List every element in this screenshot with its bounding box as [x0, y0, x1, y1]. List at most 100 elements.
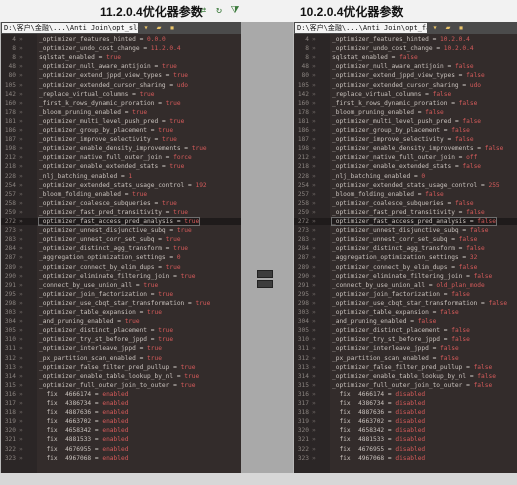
code-line: 105» _optimizer_extended_cursor_sharing =… [294, 82, 517, 89]
line-marker: » [312, 445, 316, 453]
equals-sign: = [454, 72, 467, 80]
save-icon[interactable]: ▪ [167, 23, 177, 33]
line-number: 316 [4, 390, 16, 398]
param-name: _px_partition_scan_enabled [39, 354, 136, 362]
line-number: 315 [297, 381, 309, 389]
param-value: true [173, 208, 189, 216]
dropdown-icon[interactable]: ▾ [430, 23, 440, 33]
line-number: 228 [297, 172, 309, 180]
refresh-icon[interactable]: ↻ [213, 5, 225, 17]
line-marker: » [312, 36, 316, 43]
line-marker: » [19, 208, 23, 216]
line-text: _optimizer_unnest_corr_set_subq = false [332, 236, 477, 243]
param-name: _optimizer_false_filter_pred_pullup [39, 363, 170, 371]
code-line: 298» _optimizer_use_cbqt_star_transformat… [1, 300, 241, 307]
line-marker: » [312, 263, 316, 271]
equals-sign: = [440, 327, 452, 335]
dropdown-icon[interactable]: ▾ [141, 23, 151, 33]
right-path-bar: D:\客户\金融\...\Anti Join\opt_fast.txt ▾ ▰ … [294, 22, 517, 34]
line-text: _optimizer_enable_extended_stats = true [39, 163, 184, 170]
line-text: _nlj_batching_enabled = 0 [332, 173, 425, 180]
left-path-field[interactable]: D:\客户\金融\...\Anti Join\opt_slow.txt [2, 23, 138, 33]
param-name: _optimizer_connect_by_elim_dups [332, 263, 448, 271]
line-number: 284 [297, 245, 309, 253]
line-marker: » [312, 218, 316, 225]
param-name: fix 4663702 [39, 418, 92, 426]
line-text: fix 4967068 = disabled [332, 455, 425, 462]
param-value: false [451, 336, 470, 344]
diff-marker[interactable] [257, 270, 273, 278]
equals-sign: = [147, 290, 159, 298]
code-line: 291» _connect_by_use_union_all = true [1, 282, 241, 289]
equals-sign: = [384, 418, 396, 426]
line-marker: » [312, 81, 316, 89]
line-marker: » [19, 299, 23, 307]
param-value: false [454, 63, 474, 71]
left-editor[interactable]: 4 » _optimizer_features_hinted = 0.0.0 8 » _o… [1, 34, 241, 473]
equals-sign: = [161, 208, 174, 216]
param-value: false [425, 108, 444, 116]
line-number: 319 [4, 418, 16, 426]
line-number: 304 [297, 318, 309, 326]
equals-sign: = [425, 281, 437, 289]
line-text: _optimizer_interleave_jppd = false [332, 345, 459, 352]
filter-icon[interactable]: ⧩ [229, 5, 241, 17]
diff-marker[interactable] [257, 280, 273, 288]
right-editor[interactable]: 4» _optimizer_features_hinted = 10.2.0.4 8… [294, 34, 517, 473]
line-number: 298 [297, 299, 309, 307]
line-marker: » [312, 290, 316, 298]
line-number: 80 [8, 72, 16, 80]
code-line: 312» _px_partition_scan_enabled = true [1, 355, 241, 362]
line-marker: » [19, 372, 23, 380]
param-name: _optimizer_table_expansion [332, 309, 429, 316]
param-name: _optimizer_full_outer_join_to_outer [39, 381, 170, 389]
line-number: 303 [4, 309, 16, 316]
code-line: 273» _optimizer_unnest_disjunctive_subq =… [294, 227, 517, 234]
param-name: _optimizer_fast_access_pred_analysis [39, 218, 174, 225]
code-line: 259» _optimizer_fast_pred_transitivity = … [294, 209, 517, 216]
code-line: 303» _optimizer_table_expansion = true [1, 309, 241, 316]
equals-sign: = [154, 236, 166, 244]
line-marker: » [19, 418, 23, 426]
line-marker: » [19, 400, 23, 407]
param-value: 0.0.0 [147, 36, 166, 43]
equals-sign: = [135, 354, 148, 362]
line-number: 273 [297, 227, 309, 235]
param-name: _optimizer_full_outer_join_to_outer [332, 381, 463, 389]
line-number: 312 [297, 354, 309, 362]
param-value: false [469, 227, 489, 235]
code-line: 295» _optimizer_join_factorization = fals… [294, 291, 517, 298]
line-text: _bloom_pruning_enabled = false [332, 109, 444, 116]
equals-sign: = [428, 345, 441, 353]
param-name: _optimizer_extend_jppd_view_types [332, 72, 455, 80]
param-value: false [473, 381, 493, 389]
line-marker: » [19, 327, 23, 335]
line-number: 105 [297, 81, 309, 89]
folder-icon[interactable]: ▰ [443, 23, 453, 33]
line-text: _aggregation_optimization_settings = 32 [332, 254, 477, 261]
param-name: _bloom_pruning_enabled [39, 108, 121, 116]
save-icon[interactable]: ▪ [456, 23, 466, 33]
param-name: fix 4676955 [39, 445, 92, 453]
code-line: 160» _first_k_rows_dynamic_proration = fa… [294, 100, 517, 107]
equals-sign: = [466, 372, 478, 380]
line-number: 291 [4, 281, 16, 289]
param-name: _optimizer_undo_cost_change [332, 45, 433, 53]
param-name: _optimizer_extend_jppd_view_types [39, 72, 162, 80]
right-path-field[interactable]: D:\客户\金融\...\Anti Join\opt_fast.txt [295, 23, 427, 33]
line-marker: » [312, 409, 316, 417]
code-line: 105» _optimizer_extended_cursor_sharing =… [1, 82, 241, 89]
line-marker: » [19, 108, 23, 116]
code-line: 317» fix 4386734 = enabled [1, 400, 241, 407]
line-number: 259 [297, 208, 309, 216]
param-value: 255 [488, 181, 500, 189]
equals-sign: = [184, 181, 196, 189]
line-number: 181 [4, 117, 16, 125]
param-value: false [451, 127, 470, 134]
line-marker: » [19, 409, 23, 417]
equals-sign: = [91, 436, 103, 444]
line-number: 258 [4, 199, 16, 207]
code-line: 318» fix 4887636 = disabled [294, 409, 517, 416]
param-value: udo [469, 81, 482, 89]
folder-icon[interactable]: ▰ [154, 23, 164, 33]
